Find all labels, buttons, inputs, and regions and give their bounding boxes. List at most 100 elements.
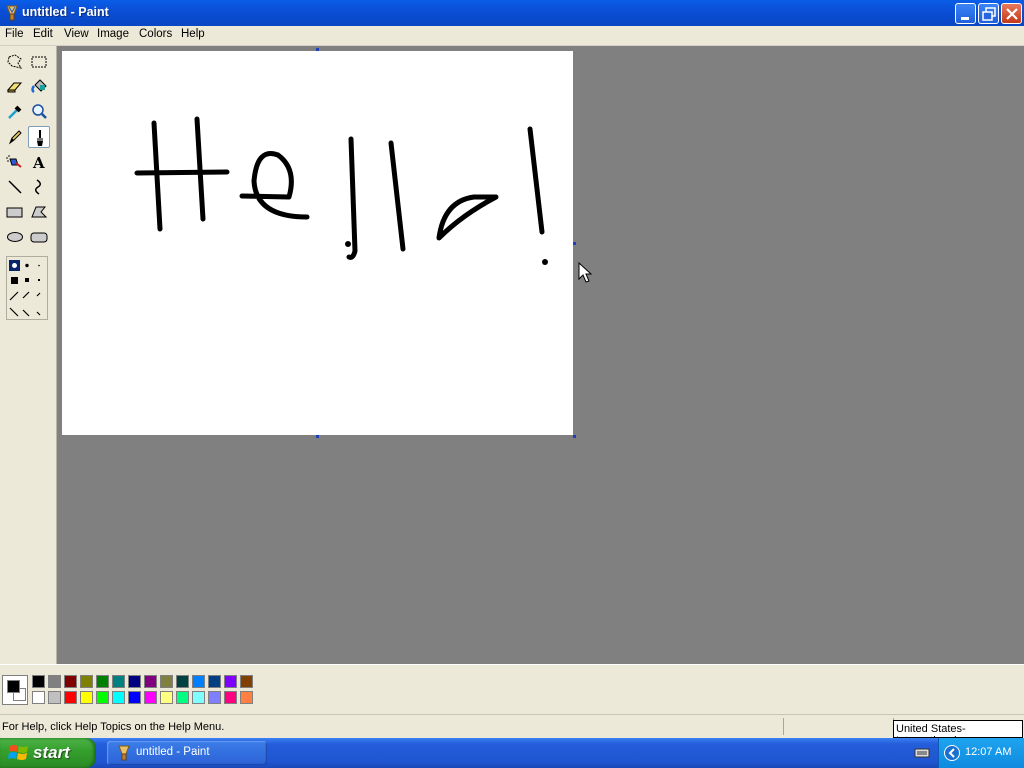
window-title: untitled - Paint (22, 5, 109, 19)
taskbar-item-label: untitled - Paint (136, 746, 210, 758)
toolbox: A (0, 46, 57, 664)
menu-bar: File Edit View Image Colors Help (0, 26, 1024, 46)
tool-curve[interactable] (28, 176, 50, 198)
network-icon[interactable] (943, 744, 961, 762)
color-swatch[interactable] (208, 691, 221, 704)
taskbar: start untitled - Paint 12:07 AM (0, 738, 1024, 768)
drawing-canvas[interactable] (62, 51, 573, 435)
hello-drawing (134, 116, 548, 265)
tool-ellipse[interactable] (4, 226, 26, 248)
minimize-button[interactable] (955, 3, 976, 24)
tool-line[interactable] (4, 176, 26, 198)
magnifier-icon (32, 104, 47, 119)
foreground-color (7, 680, 20, 693)
menu-colors[interactable]: Colors (139, 28, 172, 40)
brush-shape-options[interactable] (6, 256, 48, 320)
resize-handle-top[interactable] (316, 48, 319, 51)
color-swatch[interactable] (96, 691, 109, 704)
tool-pencil[interactable] (4, 126, 26, 148)
color-swatch[interactable] (128, 691, 141, 704)
color-swatch[interactable] (80, 691, 93, 704)
tool-rounded-rectangle[interactable] (28, 226, 50, 248)
color-swatch[interactable] (144, 691, 157, 704)
color-swatch[interactable] (144, 675, 157, 688)
color-swatch[interactable] (112, 691, 125, 704)
color-swatch[interactable] (96, 675, 109, 688)
tool-brush[interactable] (28, 126, 50, 148)
color-swatch[interactable] (48, 691, 61, 704)
menu-file[interactable]: File (5, 28, 24, 40)
canvas-workspace (57, 46, 1024, 664)
color-swatch[interactable] (160, 691, 173, 704)
menu-help[interactable]: Help (181, 28, 205, 40)
color-swatch[interactable] (176, 691, 189, 704)
restore-button[interactable] (978, 3, 999, 24)
resize-handle-bottom[interactable] (316, 435, 319, 438)
airbrush-icon (6, 155, 22, 168)
taskbar-item-paint[interactable]: untitled - Paint (107, 741, 267, 765)
close-button[interactable] (1001, 3, 1022, 24)
restore-icon (982, 7, 996, 21)
color-swatch[interactable] (80, 675, 93, 688)
resize-handle-corner[interactable] (573, 435, 576, 438)
resize-handle-right[interactable] (573, 242, 576, 245)
color-swatch[interactable] (192, 675, 205, 688)
menu-image[interactable]: Image (97, 28, 129, 40)
minimize-icon (961, 17, 969, 20)
tool-text[interactable]: A (28, 151, 50, 173)
color-swatch[interactable] (240, 675, 253, 688)
text-icon: A (32, 154, 45, 172)
menu-edit[interactable]: Edit (33, 28, 53, 40)
tool-fill-with-color[interactable] (28, 76, 50, 98)
brush-icon (37, 130, 43, 146)
color-swatch[interactable] (32, 675, 45, 688)
rectangle-icon (6, 207, 23, 218)
keyboard-icon[interactable] (914, 747, 930, 759)
status-divider (783, 718, 784, 735)
status-help-text: For Help, click Help Topics on the Help … (2, 721, 225, 733)
eyedropper-icon (8, 105, 22, 119)
tool-polygon[interactable] (28, 201, 50, 223)
mouse-cursor-icon (578, 262, 592, 283)
title-bar: untitled - Paint (0, 0, 1024, 26)
color-swatch[interactable] (112, 675, 125, 688)
close-icon (1006, 8, 1018, 20)
tool-rectangle[interactable] (4, 201, 26, 223)
color-swatch[interactable] (64, 675, 77, 688)
tool-airbrush[interactable] (4, 151, 26, 173)
system-tray: 12:07 AM (938, 738, 1024, 768)
curve-icon (35, 179, 41, 195)
paint-app-icon[interactable] (4, 4, 20, 21)
polygon-icon (31, 206, 48, 218)
tool-magnifier[interactable] (28, 101, 50, 123)
color-swatch[interactable] (192, 691, 205, 704)
rectangle-select-icon (31, 56, 47, 68)
color-swatch[interactable] (48, 675, 61, 688)
line-icon (8, 180, 22, 194)
start-button[interactable]: start (0, 738, 96, 768)
clock[interactable]: 12:07 AM (965, 746, 1011, 758)
windows-logo-icon (8, 745, 28, 760)
color-swatch[interactable] (128, 675, 141, 688)
color-palette (0, 664, 1024, 715)
tool-rectangle-select[interactable] (28, 51, 50, 73)
tool-eraser[interactable] (4, 76, 26, 98)
color-swatch[interactable] (64, 691, 77, 704)
rounded-rectangle-icon (30, 232, 48, 243)
color-swatch[interactable] (224, 691, 237, 704)
tool-pick-color[interactable] (4, 101, 26, 123)
color-swatch[interactable] (208, 675, 221, 688)
current-colors[interactable] (2, 675, 28, 705)
brush-shapes-icon (9, 260, 41, 317)
tool-free-form-select[interactable] (4, 51, 26, 73)
color-swatch[interactable] (224, 675, 237, 688)
language-bar[interactable]: United States-International (893, 720, 1023, 747)
pencil-icon (8, 130, 22, 145)
paint-bucket-icon (31, 79, 47, 94)
paint-app-icon (118, 745, 130, 761)
color-swatch[interactable] (32, 691, 45, 704)
color-swatch[interactable] (176, 675, 189, 688)
color-swatch[interactable] (240, 691, 253, 704)
color-swatch[interactable] (160, 675, 173, 688)
menu-view[interactable]: View (64, 28, 89, 40)
